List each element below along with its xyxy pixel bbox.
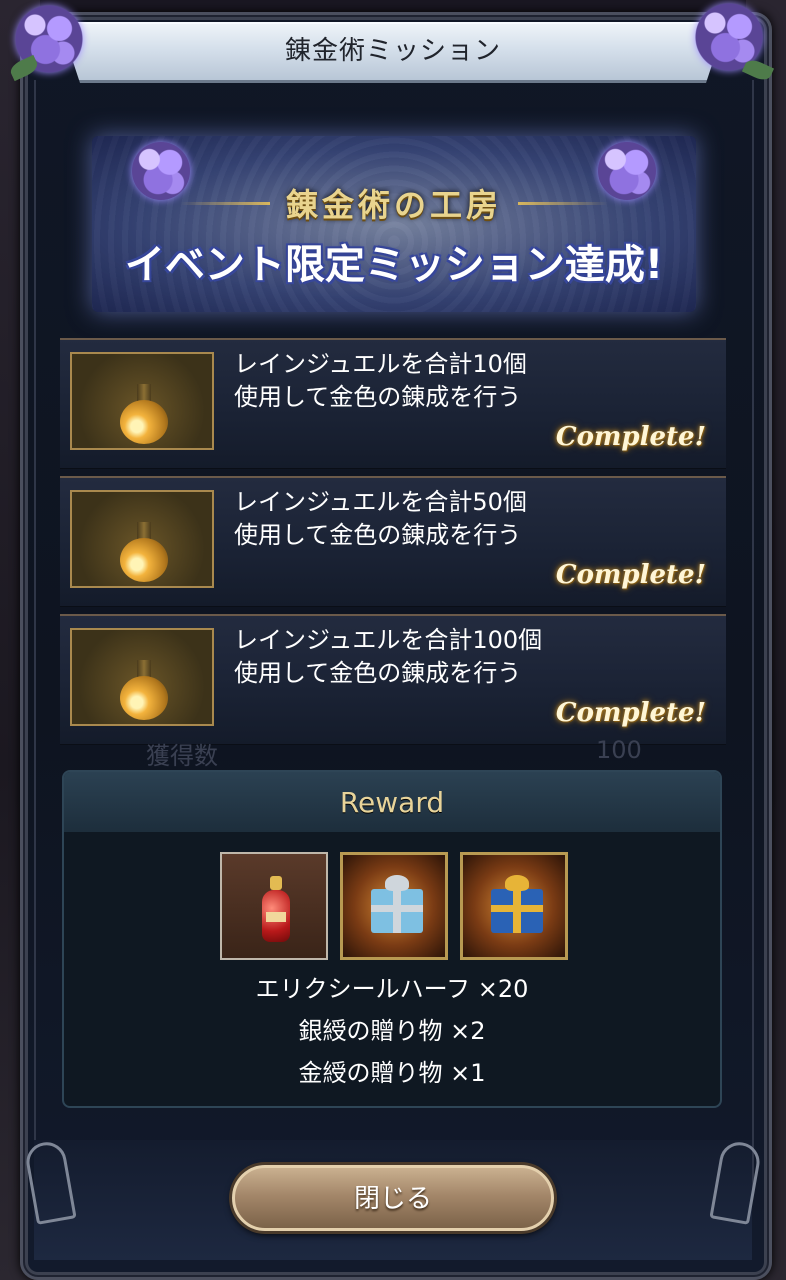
silver-gift-icon[interactable]	[340, 852, 448, 960]
mission-line: 使用して金色の錬成を行う	[234, 659, 522, 687]
reward-item-text: 金綬の贈り物 ×1	[298, 1059, 486, 1087]
reward-item-icons	[220, 852, 572, 964]
mission-line: レインジュエルを合計10個	[234, 350, 527, 378]
gold-flask-icon	[70, 352, 214, 450]
reward-panel: Reward エリクシールハーフ ×20 銀綬の贈り物 ×2 金綬の贈り物 ×1	[62, 770, 722, 1108]
mission-description: レインジュエルを合計10個 使用して金色の錬成を行う	[234, 348, 674, 414]
mission-description: レインジュエルを合計50個 使用して金色の錬成を行う	[234, 486, 674, 552]
event-banner: 錬金術の工房 イベント限定ミッション達成!	[92, 136, 696, 312]
reward-list: エリクシールハーフ ×20 銀綬の贈り物 ×2 金綬の贈り物 ×1	[64, 968, 720, 1094]
mission-line: 使用して金色の錬成を行う	[234, 521, 522, 549]
close-button[interactable]: 閉じる	[232, 1165, 554, 1231]
banner-subtitle: 錬金術の工房	[92, 180, 696, 226]
background-label: 獲得数	[146, 742, 218, 770]
mission-complete-label: Complete!	[555, 422, 706, 452]
mission-line: レインジュエルを合計50個	[234, 488, 527, 516]
reward-item-text: 銀綬の贈り物 ×2	[298, 1017, 486, 1045]
mission-line: レインジュエルを合計100個	[234, 626, 543, 654]
gold-gift-icon[interactable]	[460, 852, 568, 960]
banner-headline: イベント限定ミッション達成!	[124, 242, 664, 288]
background-value: 100	[596, 736, 642, 764]
mission-row: レインジュエルを合計50個 使用して金色の錬成を行う Complete!	[60, 476, 726, 607]
mission-row: レインジュエルを合計10個 使用して金色の錬成を行う Complete!	[60, 338, 726, 469]
gold-flask-icon	[70, 628, 214, 726]
mission-complete-label: Complete!	[555, 698, 706, 728]
dialog-title: 錬金術ミッション	[284, 36, 501, 66]
mission-line: 使用して金色の錬成を行う	[234, 383, 522, 411]
elixir-half-icon[interactable]	[220, 852, 328, 960]
reward-title: Reward	[64, 772, 720, 832]
mission-row: レインジュエルを合計100個 使用して金色の錬成を行う Complete!	[60, 614, 726, 745]
mission-description: レインジュエルを合計100個 使用して金色の錬成を行う	[234, 624, 674, 690]
mission-complete-label: Complete!	[555, 560, 706, 590]
reward-item-text: エリクシールハーフ ×20	[255, 975, 529, 1003]
gold-flask-icon	[70, 490, 214, 588]
